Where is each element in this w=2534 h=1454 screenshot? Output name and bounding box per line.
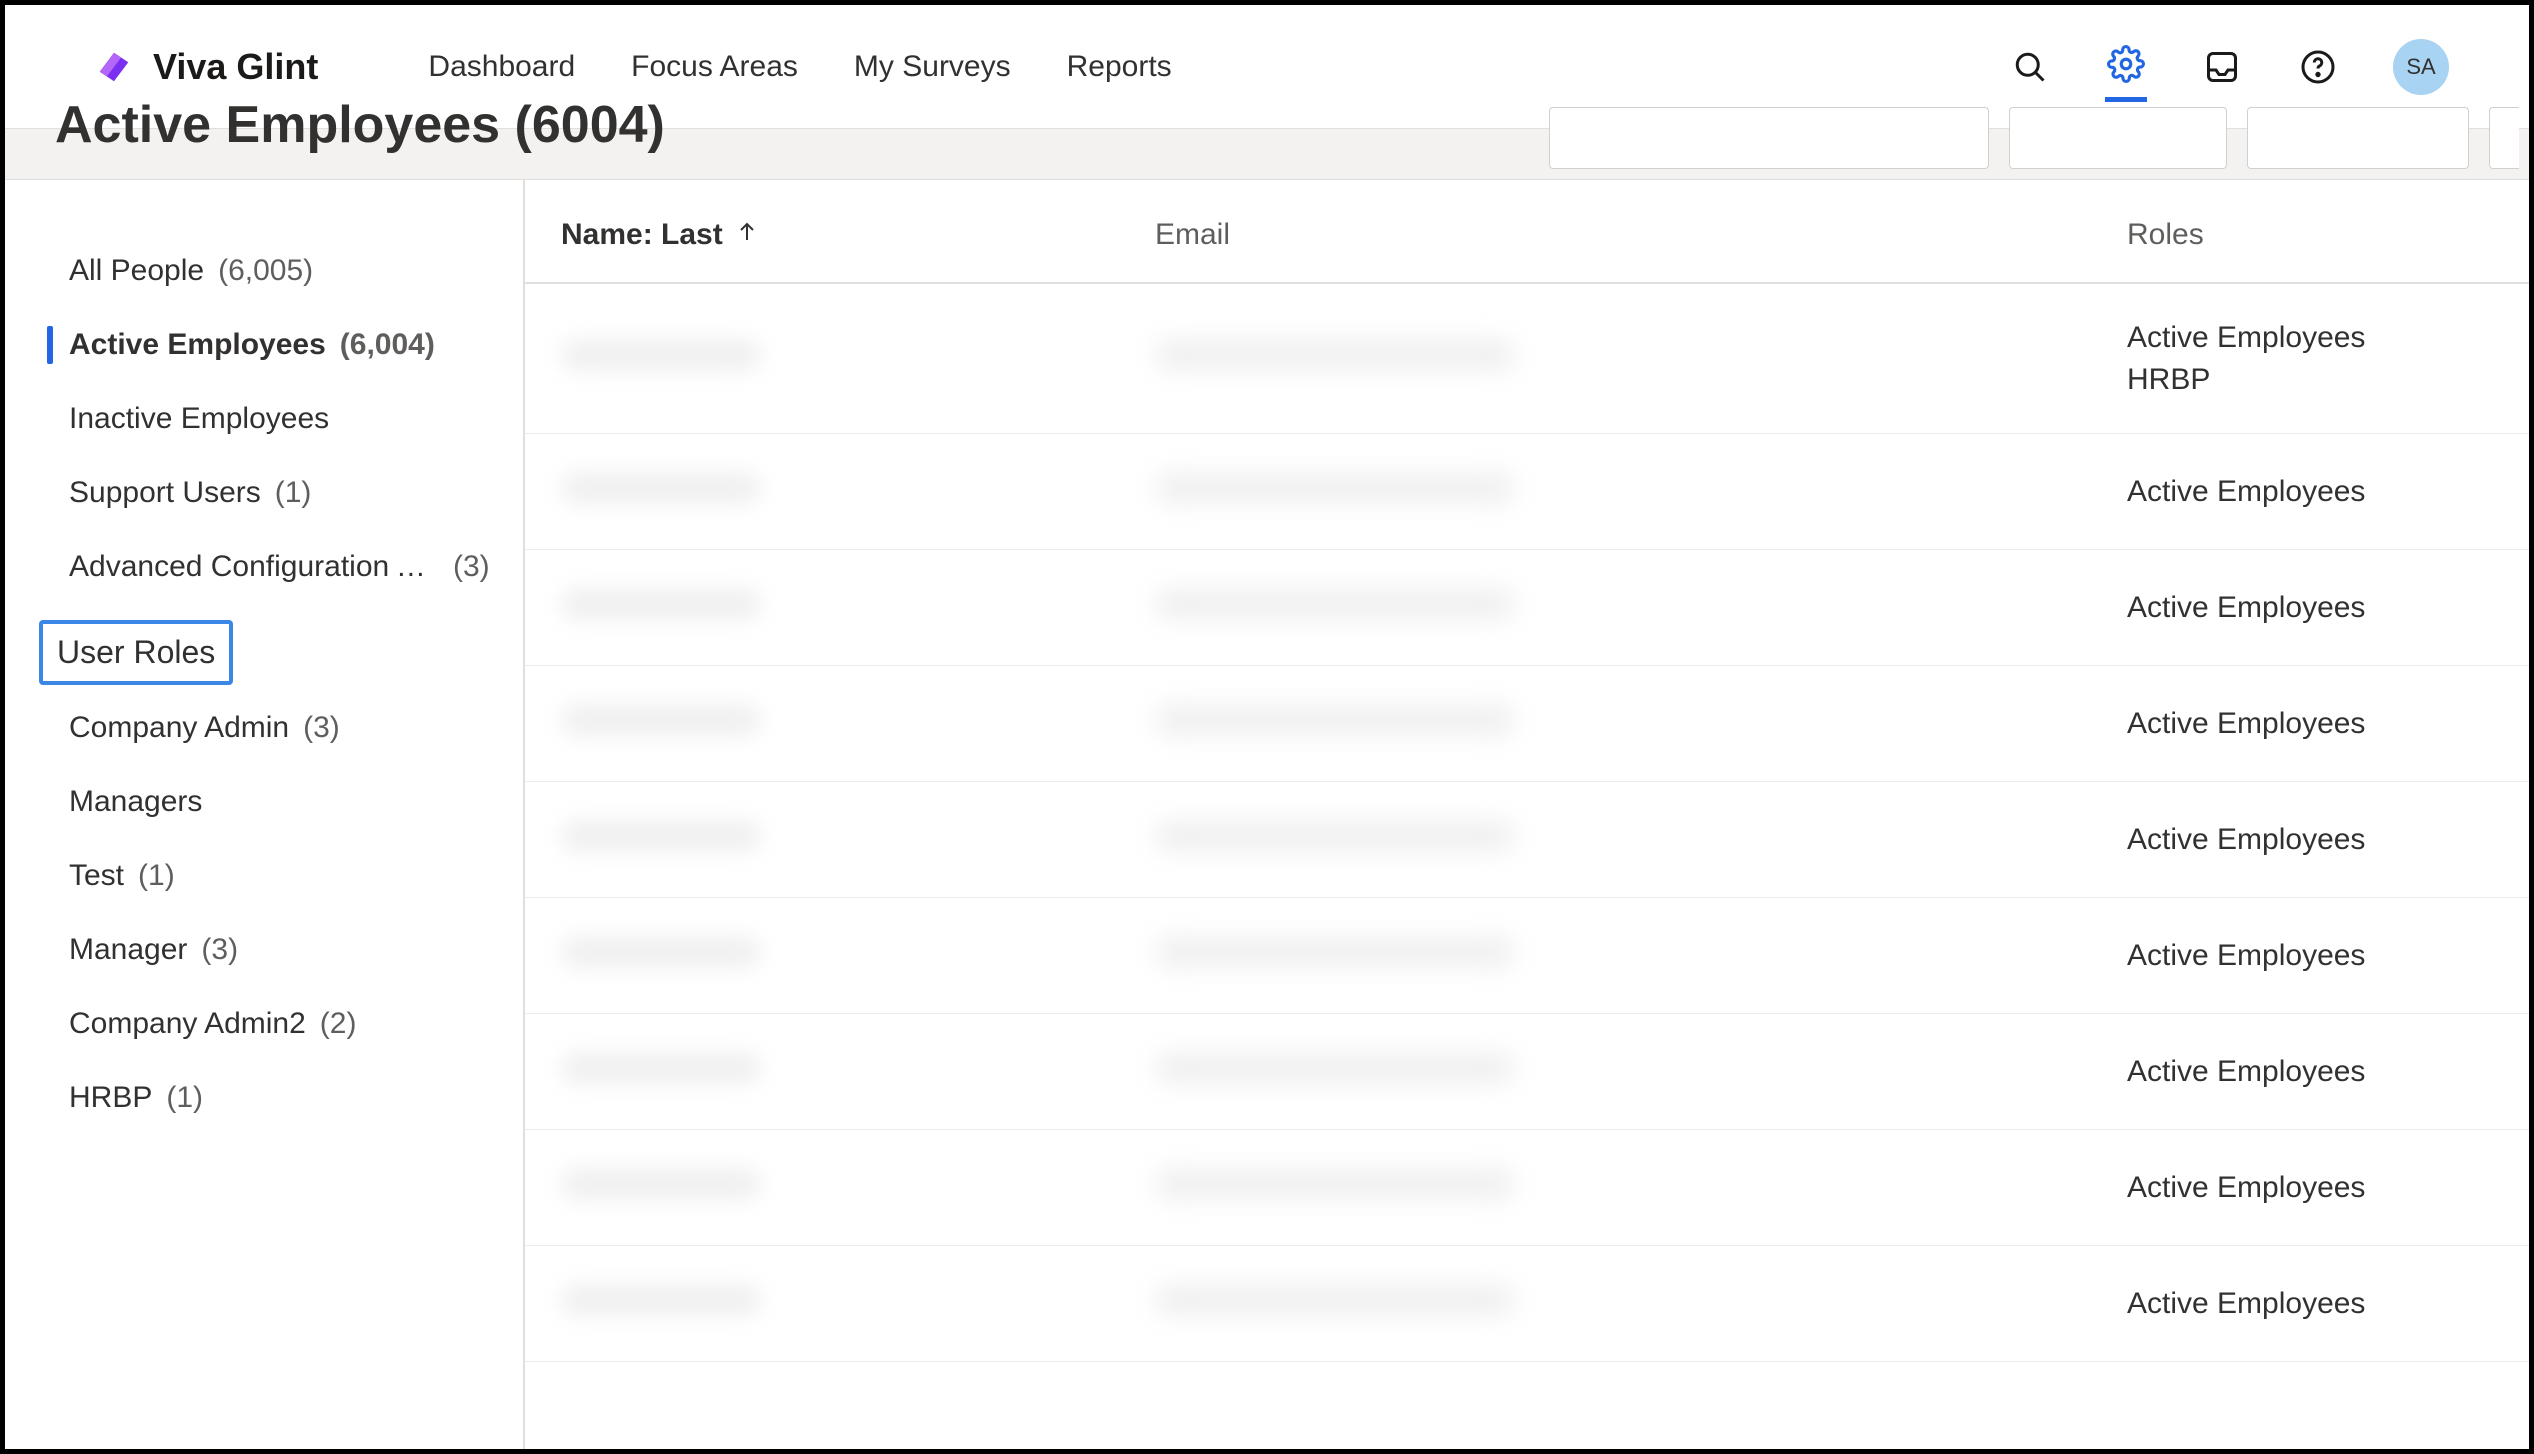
sidebar-item-label: Active Employees	[69, 328, 326, 362]
sidebar-item-label: Inactive Employees	[69, 402, 329, 436]
cell-roles: Active Employees	[2127, 935, 2469, 977]
cell-name	[561, 1284, 1155, 1324]
sidebar-item-count: (6,004)	[340, 328, 435, 362]
table-row[interactable]: Active Employees	[525, 898, 2529, 1014]
content: Name: Last Email Roles Active EmployeesH…	[525, 180, 2529, 1449]
nav-focus-areas[interactable]: Focus Areas	[631, 50, 798, 84]
cell-name	[561, 820, 1155, 860]
cell-email	[1155, 339, 2127, 379]
viva-glint-logo-icon	[95, 48, 133, 86]
sidebar-item-count: (3)	[201, 933, 238, 967]
page-title: Active Employees (6004)	[55, 95, 665, 155]
sidebar: All People (6,005) Active Employees (6,004)…	[5, 180, 525, 1449]
user-avatar[interactable]: SA	[2393, 39, 2449, 95]
cell-roles: Active Employees	[2127, 471, 2469, 513]
cell-name	[561, 936, 1155, 976]
cell-email	[1155, 588, 2127, 628]
page-strip: Active Employees (6004)	[5, 129, 2529, 179]
sidebar-item-advanced-configuration-acc-[interactable]: Advanced Configuration Acc… (3)	[5, 530, 523, 604]
table-row[interactable]: Active Employees	[525, 782, 2529, 898]
toolbar-control-3[interactable]	[2247, 107, 2469, 169]
inbox-icon[interactable]	[2201, 46, 2243, 88]
toolbar-control-2[interactable]	[2009, 107, 2227, 169]
cell-roles: Active Employees	[2127, 1283, 2469, 1325]
sidebar-item-inactive-employees[interactable]: Inactive Employees	[5, 382, 523, 456]
cell-roles: Active Employees	[2127, 819, 2469, 861]
sidebar-item-label: Test	[69, 859, 124, 893]
main-nav: Dashboard Focus Areas My Surveys Reports	[428, 50, 1171, 84]
table-row[interactable]: Active Employees	[525, 1246, 2529, 1362]
sidebar-item-label: Advanced Configuration Acc…	[69, 550, 439, 584]
column-header-name-label: Name: Last	[561, 218, 723, 252]
table-row[interactable]: Active Employees	[525, 434, 2529, 550]
sidebar-item-label: HRBP	[69, 1081, 152, 1115]
cell-name	[561, 588, 1155, 628]
table-row[interactable]: Active Employees	[525, 550, 2529, 666]
brand[interactable]: Viva Glint	[95, 46, 318, 88]
table-header: Name: Last Email Roles	[525, 180, 2529, 284]
sidebar-item-label: Company Admin2	[69, 1007, 306, 1041]
search-icon[interactable]	[2009, 46, 2051, 88]
sidebar-item-count: (3)	[453, 550, 490, 584]
toolbar-control-4[interactable]	[2489, 107, 2519, 169]
sidebar-item-label: Company Admin	[69, 711, 289, 745]
cell-roles: Active Employees	[2127, 587, 2469, 629]
cell-roles: Active EmployeesHRBP	[2127, 317, 2469, 401]
sidebar-item-count: (6,005)	[218, 254, 313, 288]
table-row[interactable]: Active EmployeesHRBP	[525, 284, 2529, 434]
cell-name	[561, 339, 1155, 379]
sidebar-item-label: Manager	[69, 933, 187, 967]
table-row[interactable]: Active Employees	[525, 1130, 2529, 1246]
sidebar-section-user-roles[interactable]: User Roles	[39, 620, 233, 685]
sidebar-item-all-people[interactable]: All People (6,005)	[5, 234, 523, 308]
nav-reports[interactable]: Reports	[1067, 50, 1172, 84]
column-header-roles[interactable]: Roles	[2127, 218, 2469, 252]
sort-asc-icon	[735, 220, 759, 251]
cell-email	[1155, 1052, 2127, 1092]
sidebar-item-label: Managers	[69, 785, 202, 819]
nav-my-surveys[interactable]: My Surveys	[854, 50, 1011, 84]
sidebar-item-count: (3)	[303, 711, 340, 745]
cell-name	[561, 704, 1155, 744]
main-area: All People (6,005) Active Employees (6,004)…	[5, 179, 2529, 1449]
cell-roles: Active Employees	[2127, 1167, 2469, 1209]
cell-name	[561, 472, 1155, 512]
cell-email	[1155, 472, 2127, 512]
toolbar-control-1[interactable]	[1549, 107, 1989, 169]
sidebar-item-active-employees[interactable]: Active Employees (6,004)	[5, 308, 523, 382]
cell-name	[561, 1168, 1155, 1208]
settings-icon[interactable]	[2105, 60, 2147, 102]
cell-email	[1155, 1168, 2127, 1208]
sidebar-item-support-users[interactable]: Support Users (1)	[5, 456, 523, 530]
sidebar-item-count: (2)	[320, 1007, 357, 1041]
cell-name	[561, 1052, 1155, 1092]
cell-roles: Active Employees	[2127, 1051, 2469, 1093]
cell-roles: Active Employees	[2127, 703, 2469, 745]
sidebar-item-label: All People	[69, 254, 204, 288]
sidebar-item-count: (1)	[138, 859, 175, 893]
sidebar-item-managers[interactable]: Managers	[5, 765, 523, 839]
cell-email	[1155, 1284, 2127, 1324]
sidebar-item-hrbp[interactable]: HRBP (1)	[5, 1061, 523, 1135]
sidebar-item-label: Support Users	[69, 476, 261, 510]
nav-dashboard[interactable]: Dashboard	[428, 50, 575, 84]
help-icon[interactable]	[2297, 46, 2339, 88]
sidebar-item-count: (1)	[275, 476, 312, 510]
table-row[interactable]: Active Employees	[525, 666, 2529, 782]
sidebar-item-company-admin[interactable]: Company Admin (3)	[5, 691, 523, 765]
product-name: Viva Glint	[153, 46, 318, 88]
sidebar-item-company-admin2[interactable]: Company Admin2 (2)	[5, 987, 523, 1061]
cell-email	[1155, 820, 2127, 860]
column-header-email[interactable]: Email	[1155, 218, 2127, 252]
sidebar-item-test[interactable]: Test (1)	[5, 839, 523, 913]
header-actions: SA	[2009, 39, 2449, 95]
sidebar-item-manager[interactable]: Manager (3)	[5, 913, 523, 987]
cell-email	[1155, 704, 2127, 744]
sidebar-item-count: (1)	[166, 1081, 203, 1115]
table-row[interactable]: Active Employees	[525, 1014, 2529, 1130]
column-header-name[interactable]: Name: Last	[561, 218, 1155, 252]
page-toolbar	[1549, 107, 2519, 169]
cell-email	[1155, 936, 2127, 976]
